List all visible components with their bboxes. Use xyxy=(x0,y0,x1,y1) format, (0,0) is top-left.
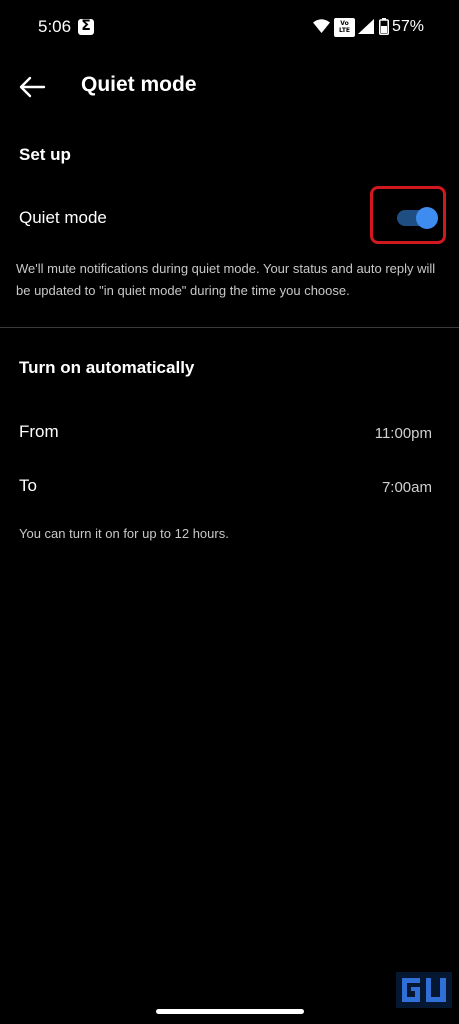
battery-icon xyxy=(379,18,389,35)
watermark-logo-icon xyxy=(396,972,452,1008)
status-time: 5:06 xyxy=(38,17,72,36)
sigma-notification-icon: Σ xyxy=(78,18,94,35)
from-time-value[interactable]: 11:00pm xyxy=(300,425,432,442)
quiet-mode-description: We'll mute notifications during quiet mo… xyxy=(16,261,436,298)
toggle-knob[interactable] xyxy=(416,207,438,229)
arrow-left-icon[interactable] xyxy=(18,76,46,98)
gesture-nav-handle[interactable] xyxy=(156,1009,304,1014)
wifi-icon xyxy=(313,19,330,33)
battery-percentage: 57% xyxy=(392,18,425,35)
duration-hint: You can turn it on for up to 12 hours. xyxy=(19,526,229,541)
quiet-mode-label: Quiet mode xyxy=(19,208,107,227)
page-title: Quiet mode xyxy=(81,73,197,96)
section-divider xyxy=(0,327,459,328)
signal-icon xyxy=(358,19,374,34)
volte-icon: Vo LTE xyxy=(334,18,355,37)
to-time-value[interactable]: 7:00am xyxy=(300,479,432,496)
to-label[interactable]: To xyxy=(19,476,37,496)
section-heading-setup: Set up xyxy=(19,145,71,164)
from-label[interactable]: From xyxy=(19,422,59,442)
section-heading-auto: Turn on automatically xyxy=(19,358,195,377)
